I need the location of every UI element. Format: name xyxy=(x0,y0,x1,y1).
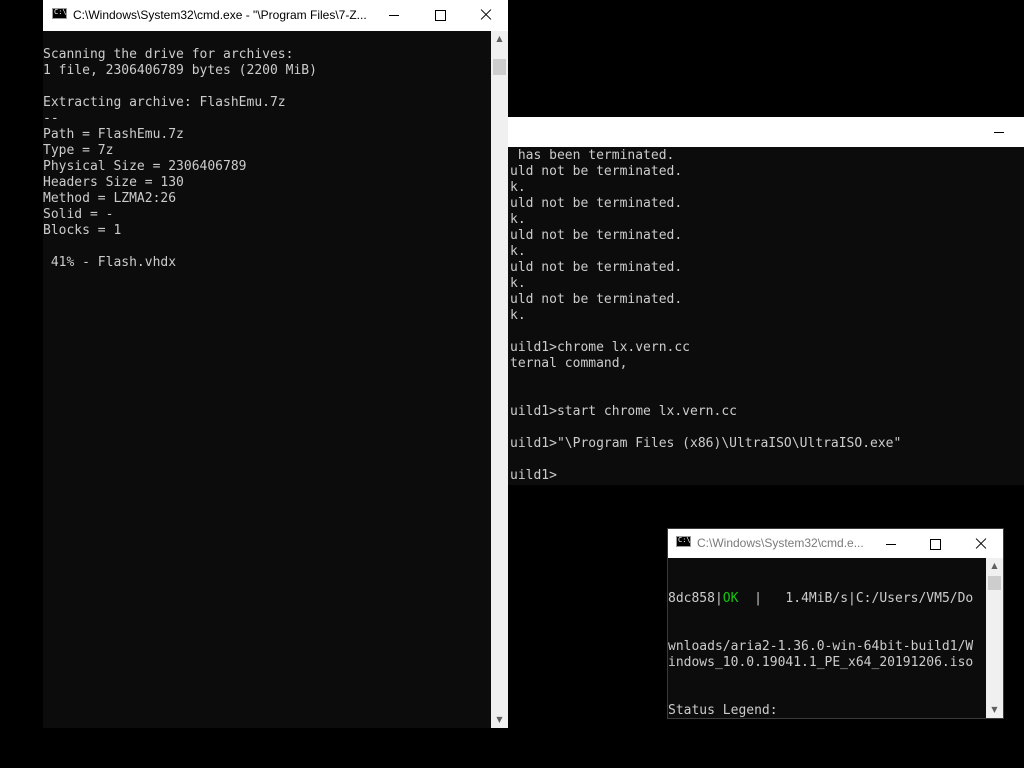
console-line: Type = 7z xyxy=(43,143,114,158)
console-line: has been terminated. xyxy=(510,148,675,163)
console-line: Path = FlashEmu.7z xyxy=(43,127,184,142)
console-line: uld not be terminated. xyxy=(510,260,683,275)
console-line: uld not be terminated. xyxy=(510,164,683,179)
ok-status: OK xyxy=(722,591,739,606)
vertical-scrollbar[interactable]: ▲ ▼ xyxy=(491,31,508,728)
aria-cmd-window[interactable]: C:\Windows\System32\cmd.e... 8dc858|OK |… xyxy=(667,528,1004,719)
console-line: indows_10.0.19041.1_PE_x64_20191206.iso xyxy=(668,655,974,670)
console-line: Scanning the drive for archives: xyxy=(43,47,294,62)
console-line: k. xyxy=(510,212,526,227)
console-line: ternal command, xyxy=(510,356,628,371)
minimize-button[interactable] xyxy=(976,117,1022,147)
console-line: Headers Size = 130 xyxy=(43,175,184,190)
close-button[interactable] xyxy=(463,0,509,30)
extract-console-output: Scanning the drive for archives: 1 file, … xyxy=(43,31,491,721)
background-console-output: has been terminated. uld not be terminate… xyxy=(510,148,1024,484)
console-line: 1 file, 2306406789 bytes (2200 MiB) xyxy=(43,63,317,78)
console-line: Status Legend: xyxy=(668,703,778,718)
maximize-button[interactable] xyxy=(912,529,956,558)
console-line: uild1>"\Program Files (x86)\UltraISO\Ult… xyxy=(510,436,902,451)
background-cmd-window[interactable]: has been terminated. uld not be terminate… xyxy=(508,117,1024,485)
console-line: 41% - Flash.vhdx xyxy=(43,255,177,270)
extract-titlebar[interactable]: C:\Windows\System32\cmd.exe - "\Program … xyxy=(43,0,508,31)
console-line: -- xyxy=(43,111,59,126)
vertical-scrollbar[interactable]: ▲ ▼ xyxy=(986,558,1003,718)
minimize-button[interactable] xyxy=(868,529,912,558)
cmd-icon xyxy=(676,536,691,547)
scroll-down-arrow-icon[interactable]: ▼ xyxy=(986,702,1003,718)
window-title: C:\Windows\System32\cmd.exe - "\Program … xyxy=(73,8,367,22)
console-line: Physical Size = 2306406789 xyxy=(43,159,247,174)
scrollbar-thumb[interactable] xyxy=(988,576,1001,590)
console-line: wnloads/aria2-1.36.0-win-64bit-build1/W xyxy=(668,639,974,654)
console-line: k. xyxy=(510,180,526,195)
console-line: uld not be terminated. xyxy=(510,292,683,307)
close-button[interactable] xyxy=(958,529,1002,558)
minimize-button[interactable] xyxy=(371,0,417,30)
console-line: uld not be terminated. xyxy=(510,228,683,243)
aria-console-output: 8dc858|OK | 1.4MiB/s|C:/Users/VM5/Do wnl… xyxy=(668,559,986,719)
cmd-icon xyxy=(52,8,67,19)
console-line: uld not be terminated. xyxy=(510,196,683,211)
console-line: Solid = - xyxy=(43,207,114,222)
scroll-down-arrow-icon[interactable]: ▼ xyxy=(491,712,508,728)
console-line: k. xyxy=(510,244,526,259)
console-line: k. xyxy=(510,308,526,323)
extract-cmd-window[interactable]: C:\Windows\System32\cmd.exe - "\Program … xyxy=(43,0,508,728)
window-title: C:\Windows\System32\cmd.e... xyxy=(697,536,864,550)
console-line: uild1> xyxy=(510,468,557,483)
scroll-up-arrow-icon[interactable]: ▲ xyxy=(491,31,508,47)
scrollbar-thumb[interactable] xyxy=(493,59,506,75)
background-titlebar[interactable] xyxy=(508,117,1024,147)
aria-titlebar[interactable]: C:\Windows\System32\cmd.e... xyxy=(668,529,1003,558)
download-status-line: 8dc858|OK | 1.4MiB/s|C:/Users/VM5/Do xyxy=(668,591,974,606)
console-line: Blocks = 1 xyxy=(43,223,122,238)
console-line: uild1>chrome lx.vern.cc xyxy=(510,340,691,355)
console-line: Method = LZMA2:26 xyxy=(43,191,177,206)
console-line: k. xyxy=(510,276,526,291)
scroll-up-arrow-icon[interactable]: ▲ xyxy=(986,558,1003,574)
console-line: uild1>start chrome lx.vern.cc xyxy=(510,404,737,419)
maximize-button[interactable] xyxy=(417,0,463,30)
console-line: Extracting archive: FlashEmu.7z xyxy=(43,95,286,110)
